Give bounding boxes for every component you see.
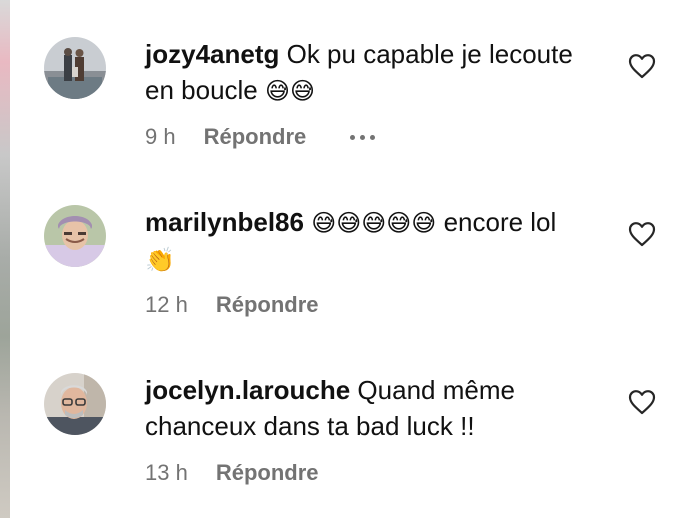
comment-text: encore lol (443, 207, 557, 237)
reply-button[interactable]: Répondre (216, 292, 319, 318)
comment-emoji: 😅😅😅😅😅 (311, 209, 437, 237)
comment-emoji: 😅😅 (265, 77, 316, 105)
comment-item: jozy4anetg Ok pu capable je lecoute en b… (0, 0, 678, 168)
reply-button[interactable]: Répondre (204, 124, 307, 150)
comment-time: 12 h (145, 292, 188, 317)
heart-outline-icon[interactable] (628, 221, 656, 247)
reply-button[interactable]: Répondre (216, 460, 319, 486)
comment-body: marilynbel86 😅😅😅😅😅 encore lol 👏 (145, 204, 585, 278)
comment-meta: 12 h Répondre (145, 290, 319, 320)
avatar[interactable] (44, 205, 106, 267)
heart-outline-icon[interactable] (628, 389, 656, 415)
avatar[interactable] (44, 37, 106, 99)
comment-emoji: 👏 (145, 246, 175, 274)
comment-time: 9 h (145, 124, 176, 149)
comment-username[interactable]: marilynbel86 (145, 207, 304, 237)
comment-username[interactable]: jozy4anetg (145, 39, 279, 69)
comment-username[interactable]: jocelyn.larouche (145, 375, 350, 405)
heart-outline-icon[interactable] (628, 53, 656, 79)
comment-item: jocelyn.larouche Quand même chanceux dan… (0, 336, 678, 504)
comment-meta: 9 h Répondre (145, 122, 376, 152)
comment-body: jozy4anetg Ok pu capable je lecoute en b… (145, 36, 585, 109)
comment-item: marilynbel86 😅😅😅😅😅 encore lol 👏 12 h Rép… (0, 168, 678, 336)
more-options-icon[interactable] (350, 134, 376, 140)
comment-meta: 13 h Répondre (145, 458, 319, 488)
comment-body: jocelyn.larouche Quand même chanceux dan… (145, 372, 585, 444)
comment-time: 13 h (145, 460, 188, 485)
comment-list: jozy4anetg Ok pu capable je lecoute en b… (0, 0, 678, 518)
avatar[interactable] (44, 373, 106, 435)
